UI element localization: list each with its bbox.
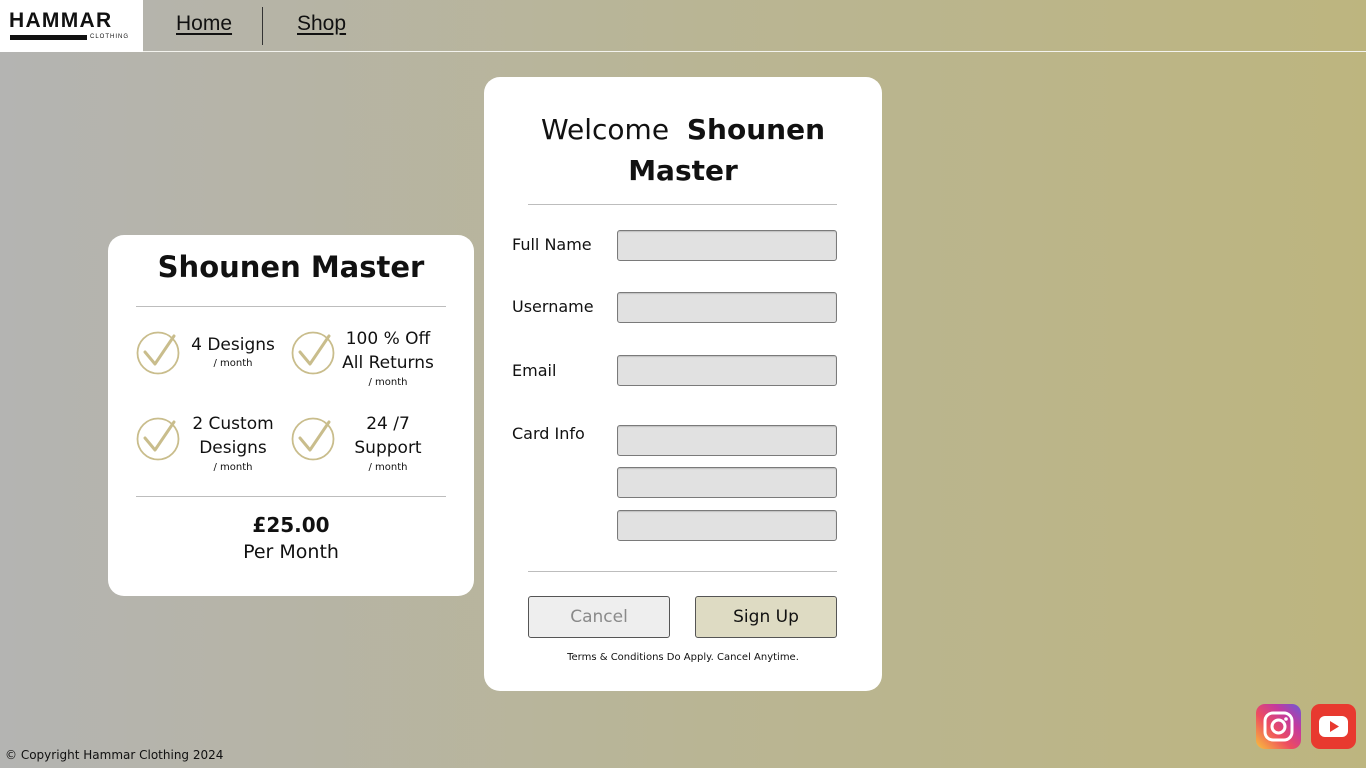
plan-period: Per Month	[243, 541, 339, 563]
card-expiry-input[interactable]	[617, 467, 837, 498]
terms-text: Terms & Conditions Do Apply. Cancel Anyt…	[567, 652, 799, 663]
feature-text: 2 Custom Designs	[192, 414, 274, 458]
sign-up-button[interactable]: Sign Up	[695, 596, 837, 638]
card-cvc-input[interactable]	[617, 510, 837, 541]
feature-sub: / month	[368, 377, 408, 388]
youtube-glyph	[1319, 716, 1348, 737]
plan-card: Shounen Master 4 Designs / month 100 % O…	[108, 235, 474, 596]
check-circle-icon	[136, 331, 180, 375]
check-circle-icon	[291, 417, 335, 461]
nav-divider	[262, 7, 263, 45]
feature-sub: / month	[368, 462, 408, 473]
username-label: Username	[512, 297, 594, 316]
feature-text: 100 % Off All Returns	[342, 329, 434, 373]
logo-subtext: CLOTHING	[90, 34, 130, 40]
instagram-icon[interactable]	[1256, 704, 1301, 749]
check-circle-icon	[136, 417, 180, 461]
full-name-input[interactable]	[617, 230, 837, 261]
card-number-input[interactable]	[617, 425, 837, 456]
full-name-label: Full Name	[512, 235, 592, 254]
site-header: HAMMAR CLOTHING Home Shop	[0, 0, 1366, 52]
cancel-button[interactable]: Cancel	[528, 596, 670, 638]
email-input[interactable]	[617, 355, 837, 386]
nav-shop-link[interactable]: Shop	[297, 12, 346, 36]
card-info-label: Card Info	[512, 424, 585, 443]
email-label: Email	[512, 361, 557, 380]
welcome-text: Welcome	[540, 113, 670, 146]
plan-price: £25.00	[252, 513, 330, 537]
logo-wordmark: HAMMAR	[9, 9, 113, 32]
copyright-text: © Copyright Hammar Clothing 2024	[5, 748, 224, 762]
signup-divider-bottom	[528, 571, 837, 572]
signup-divider-top	[528, 204, 837, 205]
feature-sub: / month	[213, 358, 253, 369]
signup-card: Welcome Shounen Master Full Name Usernam…	[484, 77, 882, 691]
plan-title: Shounen Master	[157, 250, 425, 284]
nav-home-link[interactable]: Home	[176, 12, 232, 36]
logo-bar	[10, 35, 87, 40]
brand-logo[interactable]: HAMMAR CLOTHING	[0, 0, 143, 52]
feature-text: 24 /7 Support	[354, 414, 422, 458]
feature-text: 4 Designs	[191, 335, 275, 355]
plan-divider-top	[136, 306, 446, 307]
feature-sub: / month	[213, 462, 253, 473]
instagram-glyph	[1263, 711, 1294, 742]
plan-divider-bottom	[136, 496, 446, 497]
check-circle-icon	[291, 331, 335, 375]
welcome-heading: Welcome Shounen Master	[484, 109, 882, 191]
youtube-icon[interactable]	[1311, 704, 1356, 749]
username-input[interactable]	[617, 292, 837, 323]
